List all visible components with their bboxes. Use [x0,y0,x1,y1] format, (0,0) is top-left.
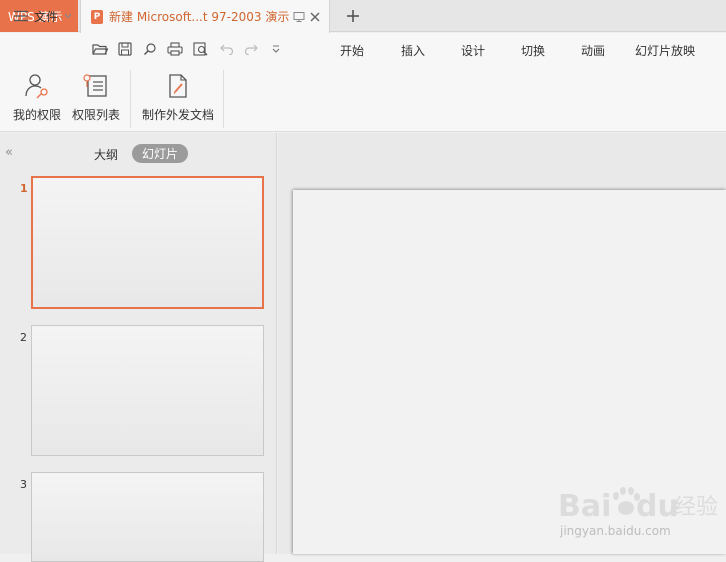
undo-button[interactable] [218,40,236,58]
tab-slides[interactable]: 幻灯片 [132,144,188,163]
monitor-icon[interactable] [293,11,305,23]
ribbon-divider [130,70,131,128]
file-menu-label: 文件 [34,9,59,24]
print-button[interactable] [166,40,184,58]
close-icon[interactable] [309,11,321,23]
redo-icon [244,44,258,55]
chevron-down-icon [272,45,280,53]
ribbon-divider [223,70,224,128]
open-folder-button[interactable] [91,40,109,58]
slide-thumbnail[interactable] [31,176,264,309]
printer-icon [167,42,183,56]
slide-number: 3 [20,478,27,491]
tab-animations[interactable]: 动画 [581,42,605,59]
my-permission-button[interactable]: 我的权限 [11,70,63,128]
save-button[interactable] [116,40,134,58]
permission-list-button[interactable]: 权限列表 [70,70,122,128]
my-permission-label: 我的权限 [12,108,61,122]
tab-slideshow[interactable]: 幻灯片放映 [635,42,695,59]
collapse-panel-icon[interactable]: « [5,145,13,160]
tab-outline[interactable]: 大纲 [94,146,118,163]
presentation-file-icon: P [91,9,103,24]
make-external-document-button[interactable]: 制作外发文档 [140,70,216,128]
open-folder-icon [92,44,108,55]
document-tab[interactable]: P 新建 Microsoft...t 97-2003 演示 [80,0,330,33]
permission-list-label: 权限列表 [71,108,120,122]
make-external-document-label: 制作外发文档 [141,108,214,122]
chevron-down-icon [64,13,72,19]
new-tab-button[interactable] [340,4,366,28]
print-preview-button[interactable] [192,40,210,58]
slide-number: 1 [20,182,28,195]
redo-button[interactable] [242,40,260,58]
svg-text:经验: 经验 [674,495,718,520]
slide-thumbnail[interactable] [31,325,264,456]
tab-design[interactable]: 设计 [461,42,485,59]
user-key-icon [25,74,48,99]
undo-icon [220,44,234,55]
find-button[interactable] [141,40,159,58]
slide-number: 2 [20,331,27,344]
svg-text:du: du [636,489,679,524]
hamburger-menu-icon [14,10,28,22]
watermark-url: jingyan.baidu.com [560,524,671,538]
file-menu-button[interactable]: 文件 [14,6,72,26]
document-tab-title: 新建 Microsoft...t 97-2003 演示 [109,10,290,24]
save-icon [118,42,132,56]
customize-toolbar-button[interactable] [267,40,285,58]
svg-text:Bai: Bai [558,489,611,524]
magnifier-icon [143,43,156,56]
tab-transitions[interactable]: 切换 [521,42,545,59]
print-preview-icon [193,42,208,56]
document-edit-icon [169,74,187,98]
tab-insert[interactable]: 插入 [401,42,425,59]
slide-thumbnail[interactable] [31,472,264,562]
tab-home[interactable]: 开始 [340,42,364,59]
plus-icon [347,10,359,22]
permission-list-icon [83,74,107,97]
